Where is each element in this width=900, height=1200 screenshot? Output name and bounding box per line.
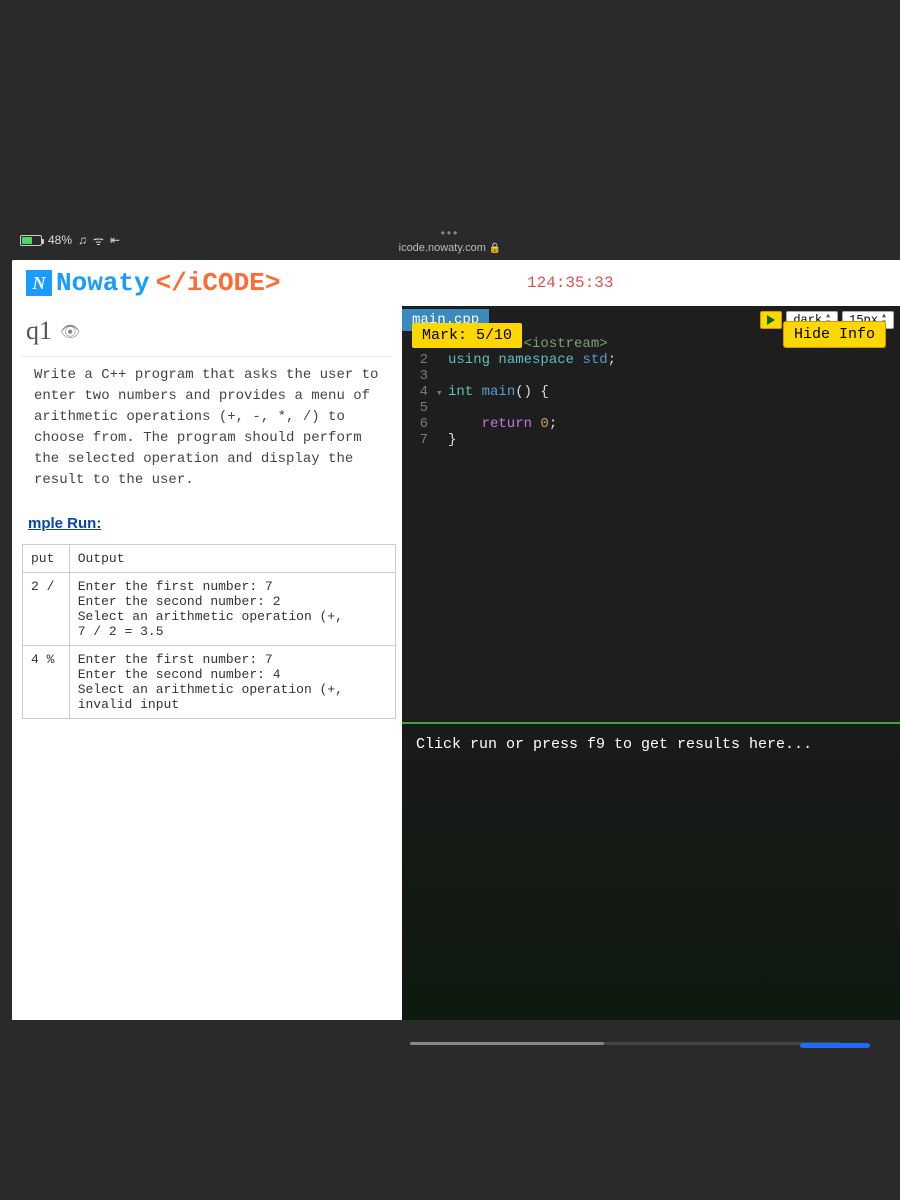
sample-run-heading: mple Run: xyxy=(20,509,394,538)
output-placeholder: Click run or press f9 to get results her… xyxy=(416,736,812,753)
editor-panel: main.cpp dark ▴▾ 15px ▴▾ 1#include <iost… xyxy=(402,306,900,1020)
code-editor[interactable]: 1#include <iostream> 2using namespace st… xyxy=(402,334,900,450)
battery-icon xyxy=(20,235,42,246)
problem-panel: q1 👁 Mark: 5/10 Hide Info Write a C++ pr… xyxy=(12,306,402,1020)
countdown-timer: 124:35:33 xyxy=(527,274,613,292)
brand-name-2: </iCODE> xyxy=(156,268,281,298)
battery-percent: 48% xyxy=(48,233,72,247)
table-row: 2 / Enter the first number: 7 Enter the … xyxy=(23,573,396,646)
app-header: N Nowaty </iCODE> 124:35:33 xyxy=(12,260,900,306)
horizontal-scrollbar[interactable] xyxy=(410,1042,840,1045)
output-console: Click run or press f9 to get results her… xyxy=(402,722,900,1020)
col-input: put xyxy=(23,545,70,573)
browser-url[interactable]: icode.nowaty.com 🔒 xyxy=(399,242,502,254)
app-window: N Nowaty </iCODE> 124:35:33 q1 👁 Mark: 5… xyxy=(12,260,900,1020)
orientation-lock-icon: ⇤ xyxy=(110,233,120,247)
menu-dots-icon[interactable]: ••• xyxy=(441,226,460,240)
eye-icon[interactable]: 👁 xyxy=(60,322,80,341)
problem-statement: Write a C++ program that asks the user t… xyxy=(20,357,394,509)
brand-name-1: Nowaty xyxy=(56,268,150,298)
lock-icon: 🔒 xyxy=(489,243,501,254)
play-icon xyxy=(767,315,775,325)
col-output: Output xyxy=(69,545,395,573)
sample-io-table: put Output 2 / Enter the first number: 7… xyxy=(22,544,396,719)
table-row: 4 % Enter the first number: 7 Enter the … xyxy=(23,646,396,719)
wifi-icon: ᯤ xyxy=(93,232,104,249)
brand-logo-icon: N xyxy=(26,270,52,296)
headphones-icon: ♫ xyxy=(78,233,87,247)
run-button[interactable] xyxy=(760,311,782,329)
device-status-bar: 48% ♫ ᯤ ⇤ ••• icode.nowaty.com 🔒 xyxy=(0,225,900,255)
home-indicator[interactable] xyxy=(800,1043,870,1048)
question-id: q1 xyxy=(26,316,52,346)
